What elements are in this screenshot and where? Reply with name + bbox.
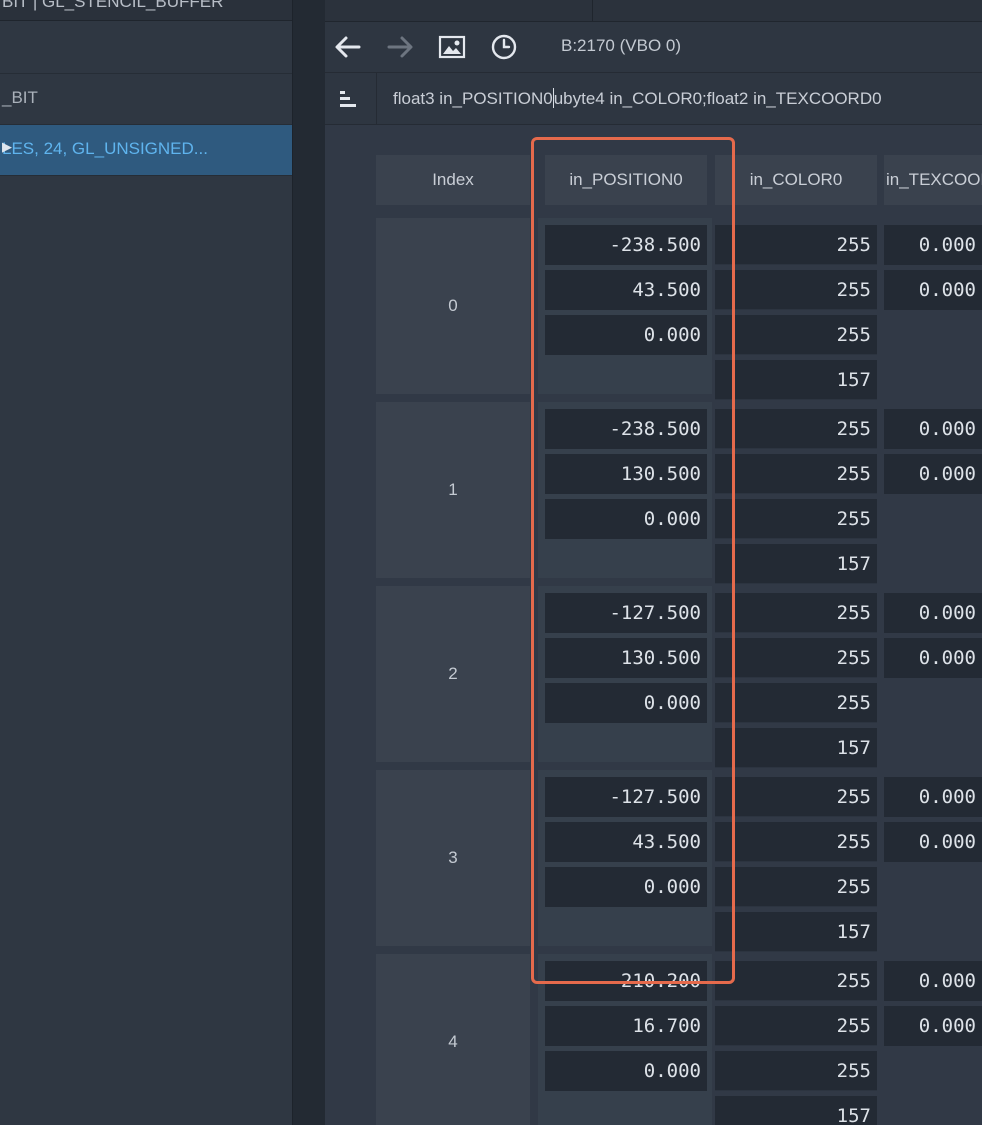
buffer-toolbar: B:2170 (VBO 0)	[325, 22, 982, 73]
history-button[interactable]	[487, 32, 521, 62]
position-cell[interactable]: -127.500	[545, 777, 707, 817]
position-cell[interactable]: 210.200	[545, 961, 707, 1001]
position-cell[interactable]: 43.500	[545, 270, 707, 310]
header-in-color0[interactable]: in_COLOR0	[715, 155, 877, 205]
arrow-right-icon	[387, 36, 413, 58]
tree-row-label: _BIT	[2, 88, 38, 107]
left-panel-title-text: BIT | GL_STENCIL_BUFFER	[2, 0, 224, 11]
texcoord-cell[interactable]: 0.000	[884, 961, 982, 1001]
arrow-left-icon	[335, 36, 361, 58]
color-cell[interactable]: 255	[715, 961, 877, 1001]
texcoord-cell[interactable]: 0.000	[884, 270, 982, 310]
position-cell[interactable]: 130.500	[545, 638, 707, 678]
row-index: 0	[376, 218, 530, 394]
format-options-button[interactable]	[331, 85, 365, 113]
position-cell[interactable]: 0.000	[545, 683, 707, 723]
color-cell[interactable]: 157	[715, 360, 877, 400]
format-divider	[376, 73, 377, 124]
color-cell[interactable]: 255	[715, 1006, 877, 1046]
buffer-viewer-panel: B:2170 (VBO 0) float3 in_POSITION0ubyte4…	[325, 0, 982, 1125]
position-cell[interactable]: 0.000	[545, 867, 707, 907]
position-cell[interactable]: 130.500	[545, 454, 707, 494]
row-index: 3	[376, 770, 530, 946]
back-button[interactable]	[331, 32, 365, 62]
panel-splitter[interactable]	[292, 0, 326, 1125]
color-cell[interactable]: 157	[715, 1096, 877, 1125]
color-cell[interactable]: 157	[715, 544, 877, 584]
color-cell[interactable]: 255	[715, 1051, 877, 1091]
color-cell[interactable]: 255	[715, 777, 877, 817]
row-index: 1	[376, 402, 530, 578]
color-cell[interactable]: 255	[715, 225, 877, 265]
view-image-button[interactable]	[435, 32, 469, 62]
format-text-before-caret: float3 in_POSITION0	[393, 89, 553, 108]
color-cell[interactable]: 157	[715, 912, 877, 952]
header-in-texcoord0[interactable]: in_TEXCOORD0	[884, 155, 982, 205]
color-cell[interactable]: 255	[715, 270, 877, 310]
row-index: 2	[376, 586, 530, 762]
position-cell[interactable]: -127.500	[545, 593, 707, 633]
forward-button[interactable]	[383, 32, 417, 62]
tree-row-bit[interactable]: _BIT	[0, 74, 292, 125]
header-index[interactable]: Index	[376, 155, 530, 205]
texcoord-cell[interactable]: 0.000	[884, 777, 982, 817]
texcoord-cell[interactable]: 0.000	[884, 409, 982, 449]
color-cell[interactable]: 255	[715, 822, 877, 862]
texcoord-cell[interactable]: 0.000	[884, 822, 982, 862]
color-cell[interactable]: 255	[715, 593, 877, 633]
color-cell[interactable]: 157	[715, 728, 877, 768]
expand-arrow-icon[interactable]: ▶	[2, 139, 282, 155]
tab-divider	[592, 0, 593, 21]
buffer-label: B:2170 (VBO 0)	[561, 36, 682, 55]
list-format-icon	[340, 91, 356, 107]
left-panel-title: BIT | GL_STENCIL_BUFFER	[0, 0, 292, 21]
tree-row-selected-drawcall[interactable]: LES, 24, GL_UNSIGNED... ▶	[0, 125, 292, 176]
color-cell[interactable]: 255	[715, 638, 877, 678]
position-cell[interactable]: 16.700	[545, 1006, 707, 1046]
texcoord-cell[interactable]: 0.000	[884, 454, 982, 494]
color-cell[interactable]: 255	[715, 499, 877, 539]
format-input[interactable]: float3 in_POSITION0ubyte4 in_COLOR0;floa…	[393, 88, 882, 109]
position-cell[interactable]: 43.500	[545, 822, 707, 862]
texcoord-cell[interactable]: 0.000	[884, 225, 982, 265]
position-cell[interactable]: -238.500	[545, 225, 707, 265]
texcoord-cell[interactable]: 0.000	[884, 1006, 982, 1046]
position-cell[interactable]: 0.000	[545, 315, 707, 355]
color-cell[interactable]: 255	[715, 867, 877, 907]
format-text-after-caret: ubyte4 in_COLOR0;float2 in_TEXCOORD0	[553, 89, 882, 108]
tree-row-blank[interactable]	[0, 21, 292, 74]
header-in-position0[interactable]: in_POSITION0	[545, 155, 707, 205]
texcoord-cell[interactable]: 0.000	[884, 638, 982, 678]
vertex-table: Index in_POSITION0 in_COLOR0 in_TEXCOORD…	[325, 125, 982, 1125]
position-cell[interactable]: -238.500	[545, 409, 707, 449]
color-cell[interactable]: 255	[715, 683, 877, 723]
color-cell[interactable]: 255	[715, 454, 877, 494]
tab-bar	[325, 0, 982, 22]
texcoord-cell[interactable]: 0.000	[884, 593, 982, 633]
clock-icon	[491, 34, 517, 60]
color-cell[interactable]: 255	[715, 315, 877, 355]
position-cell[interactable]: 0.000	[545, 499, 707, 539]
row-index: 4	[376, 954, 530, 1125]
format-bar: float3 in_POSITION0ubyte4 in_COLOR0;floa…	[325, 73, 982, 125]
left-panel: BIT | GL_STENCIL_BUFFER _BIT LES, 24, GL…	[0, 0, 292, 1125]
image-icon	[438, 35, 466, 59]
position-cell[interactable]: 0.000	[545, 1051, 707, 1091]
color-cell[interactable]: 255	[715, 409, 877, 449]
